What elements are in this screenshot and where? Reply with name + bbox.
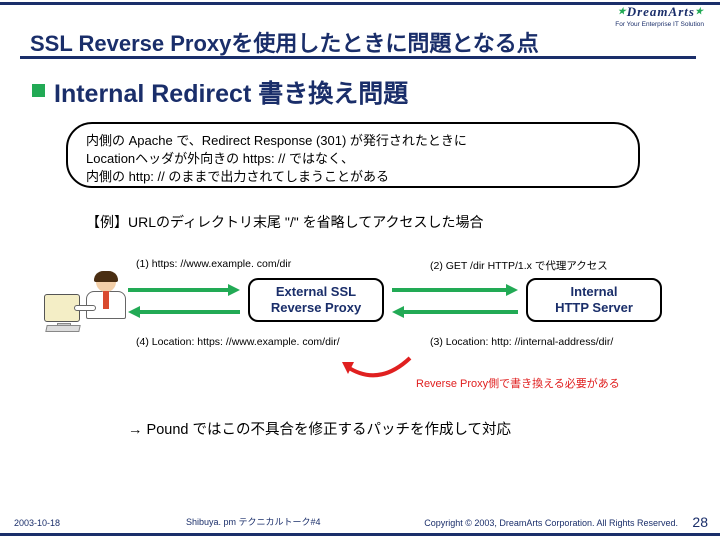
brand-logo: DreamArts bbox=[618, 4, 704, 20]
page-title: SSL Reverse Proxyを使用したときに問題となる点 bbox=[30, 26, 690, 58]
arrow-4-icon bbox=[128, 306, 240, 318]
page-number: 28 bbox=[692, 514, 708, 530]
server-box: Internal HTTP Server bbox=[526, 278, 662, 322]
step-1-label: (1) https: //www.example. com/dir bbox=[136, 258, 291, 270]
conclusion-text: → Pound ではこの不具合を修正するパッチを作成して対応 bbox=[128, 418, 511, 439]
footer-event: Shibuya. pm テクニカルトーク#4 bbox=[186, 515, 321, 528]
bullet-icon bbox=[32, 84, 45, 97]
footer-bar bbox=[0, 533, 720, 536]
top-accent-bar bbox=[0, 2, 720, 5]
title-underline bbox=[20, 56, 696, 59]
arrow-3-icon bbox=[392, 306, 518, 318]
arrow-1-icon bbox=[128, 284, 240, 296]
description-box: 内側の Apache で、Redirect Response (301) が発行… bbox=[66, 122, 640, 188]
rewrite-arrow-icon bbox=[338, 354, 416, 384]
user-icon bbox=[44, 272, 132, 336]
proxy-label: External SSL Reverse Proxy bbox=[271, 284, 361, 315]
rewrite-note: Reverse Proxy側で書き換える必要がある bbox=[416, 375, 620, 391]
step-2-label: (2) GET /dir HTTP/1.x で代理アクセス bbox=[430, 258, 608, 273]
section-heading: Internal Redirect 書き換え問題 bbox=[54, 74, 408, 110]
footer-copyright: Copyright © 2003, DreamArts Corporation.… bbox=[424, 518, 678, 528]
step-3-label: (3) Location: http: //internal-address/d… bbox=[430, 336, 613, 348]
server-label: Internal HTTP Server bbox=[555, 284, 633, 315]
proxy-box: External SSL Reverse Proxy bbox=[248, 278, 384, 322]
description-text: 内側の Apache で、Redirect Response (301) が発行… bbox=[86, 133, 467, 184]
arrow-2-icon bbox=[392, 284, 518, 296]
step-4-label: (4) Location: https: //www.example. com/… bbox=[136, 336, 340, 348]
example-label: 【例】URLのディレクトリ末尾 "/" を省略してアクセスした場合 bbox=[86, 212, 484, 232]
footer-date: 2003-10-18 bbox=[14, 518, 60, 528]
